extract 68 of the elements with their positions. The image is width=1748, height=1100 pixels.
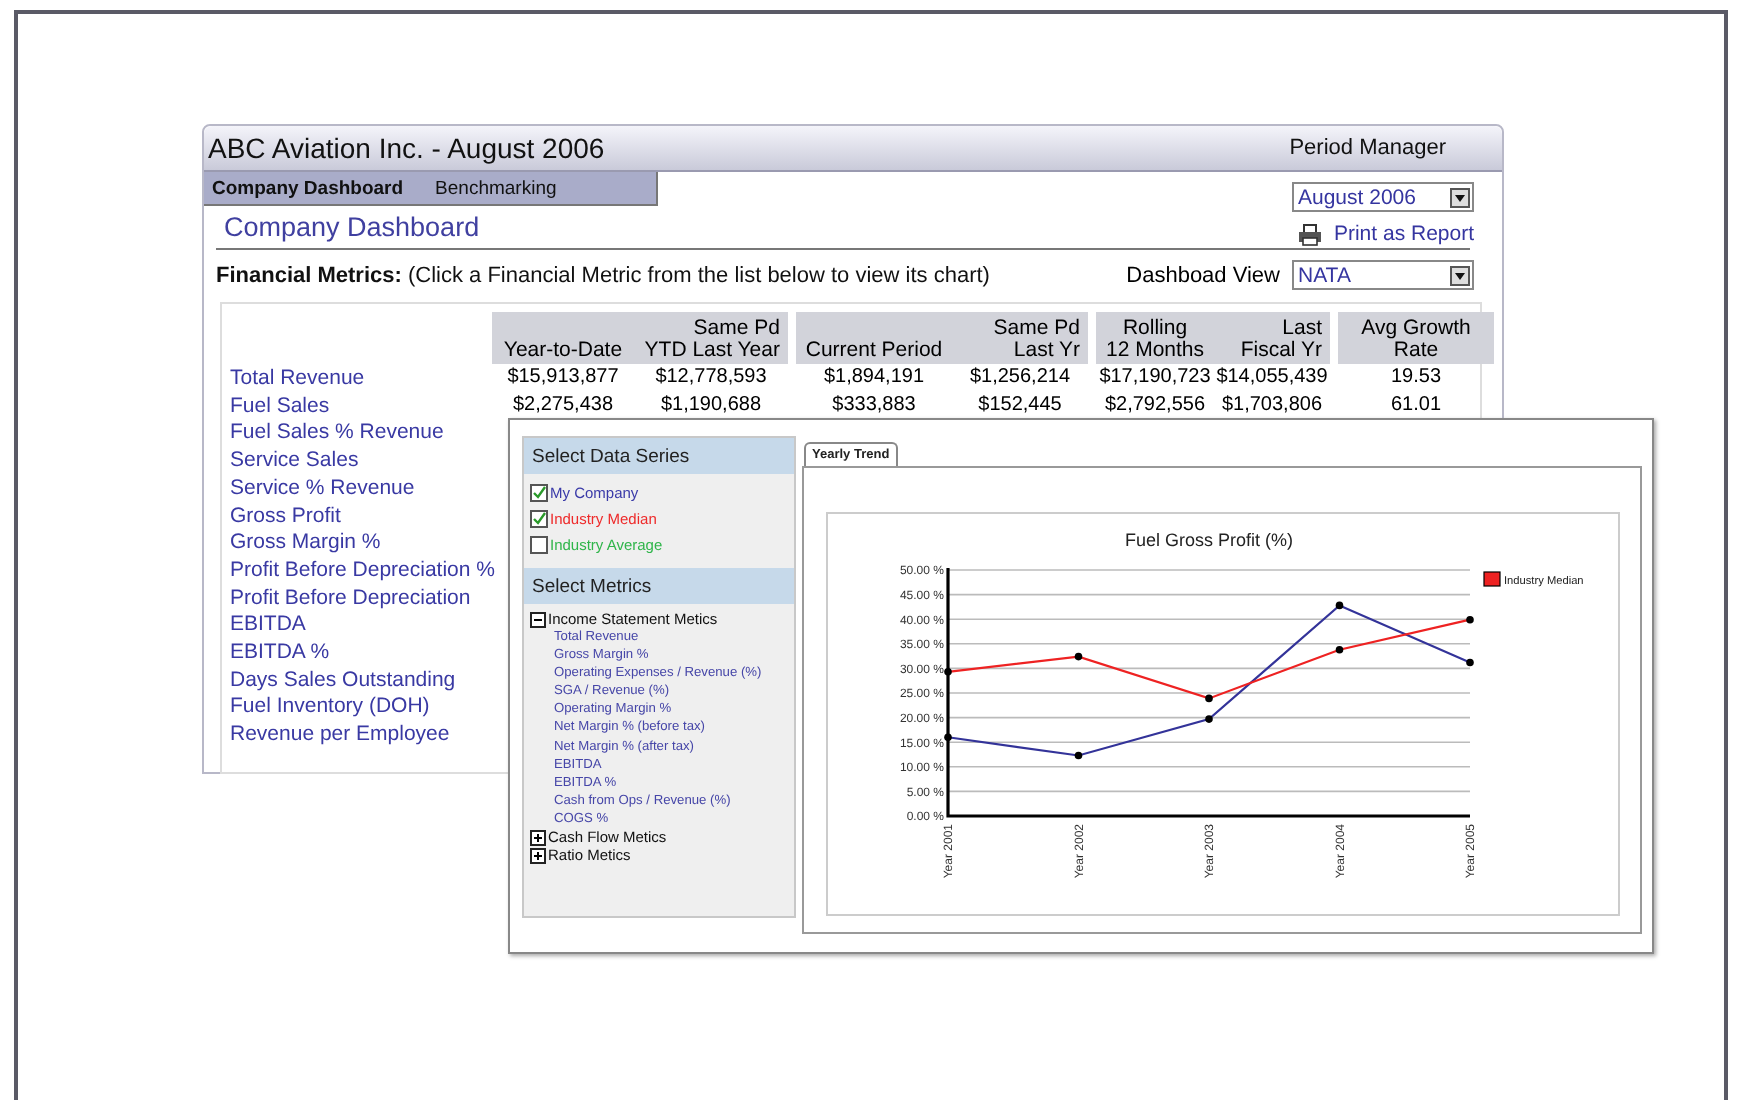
data-point (1466, 658, 1474, 667)
data-point (1205, 694, 1213, 703)
column-header: Rolling 12 Months (1096, 312, 1214, 364)
table-cell-text: $2,275,438 (510, 391, 616, 418)
panel-heading: Select Data Series (524, 438, 794, 474)
collapse-icon[interactable] (530, 611, 546, 627)
legend-swatch (1483, 571, 1501, 587)
metric-link[interactable]: Fuel Sales (230, 393, 492, 421)
table-cell-text: $1,703,806 (1219, 391, 1325, 418)
metric-link[interactable]: Profit Before Depreciation % (230, 557, 492, 586)
data-point (1205, 715, 1213, 723)
metric-link[interactable]: Service % Revenue (230, 475, 492, 504)
column-header: Year-to-Date (492, 312, 634, 364)
dashboard-view-label: Dashboad View (1126, 263, 1280, 287)
metric-link[interactable]: Total Revenue (230, 366, 492, 394)
table-cell-text: $12,778,593 (653, 364, 769, 391)
window-title: ABC Aviation Inc. - August 2006 (208, 132, 605, 164)
table-cell-text: $1,894,191 (821, 364, 927, 391)
checkbox[interactable] (530, 484, 548, 502)
tab[interactable]: Company Dashboard (212, 177, 404, 199)
column-header: Same Pd YTD Last Year (634, 312, 788, 364)
table-cell: $14,055,439 (1214, 364, 1330, 391)
table-cell-text: $1,256,214 (967, 364, 1073, 391)
data-point (1335, 645, 1344, 654)
metric-link[interactable]: Gross Profit (230, 503, 492, 531)
expand-icon[interactable] (530, 829, 546, 846)
table-cell-text: $17,190,723 (1097, 364, 1213, 391)
period-dropdown[interactable]: August 2006 (1292, 182, 1474, 212)
checkbox[interactable] (530, 536, 548, 554)
metric-link[interactable]: Fuel Sales % Revenue (230, 420, 492, 449)
data-point (1074, 751, 1083, 760)
table-cell-text: $2,792,556 (1102, 391, 1208, 418)
metric-link[interactable]: Profit Before Depreciation (230, 585, 492, 613)
column-header: Current Period (796, 312, 952, 364)
column-header: Last Fiscal Yr (1214, 312, 1330, 364)
data-point (1074, 652, 1083, 661)
data-point (944, 733, 952, 742)
data-point (944, 668, 952, 676)
printer-icon (1297, 223, 1322, 245)
data-point (1466, 615, 1474, 624)
panel-heading: Select Metrics (524, 568, 794, 604)
table-cell-text: $333,883 (830, 391, 918, 418)
table-cell-text: 19.53 (1388, 364, 1444, 391)
metric-link[interactable]: Gross Margin % (230, 530, 492, 558)
checkbox[interactable] (530, 510, 548, 528)
table-cell-text: 61.01 (1388, 391, 1444, 418)
table-cell-text: $152,445 (976, 391, 1064, 418)
tab[interactable]: Benchmarking (435, 177, 557, 199)
period-manager-label: Period Manager (1289, 136, 1446, 160)
page-title: Company Dashboard (224, 212, 480, 246)
metric-link[interactable]: EBITDA (230, 612, 492, 641)
print-link[interactable]: Print as Report (1297, 222, 1474, 246)
expand-icon[interactable] (530, 847, 546, 864)
dropdown-caret-icon (1450, 187, 1470, 207)
table-cell-text: $1,190,688 (658, 391, 764, 418)
column-header: Avg Growth Rate (1338, 312, 1494, 364)
dropdown-caret-icon (1450, 265, 1470, 285)
table-cell-text: $15,913,877 (505, 364, 621, 391)
metric-link[interactable]: Revenue per Employee (230, 722, 492, 750)
financial-metrics-instruction: Financial Metrics: (Click a Financial Metric from the list below to view its chart) (216, 263, 990, 287)
data-point (1335, 601, 1344, 610)
metric-link[interactable]: Fuel Inventory (DOH) (230, 694, 492, 723)
metric-link[interactable]: EBITDA % (230, 640, 492, 668)
dashboard-view-dropdown[interactable]: NATA (1292, 260, 1474, 290)
column-header: Same Pd Last Yr (952, 312, 1088, 364)
metric-link[interactable]: Service Sales (230, 448, 492, 476)
chart-title: Fuel Gross Profit (%) (1125, 530, 1293, 550)
metric-link[interactable]: Days Sales Outstanding (230, 667, 492, 695)
